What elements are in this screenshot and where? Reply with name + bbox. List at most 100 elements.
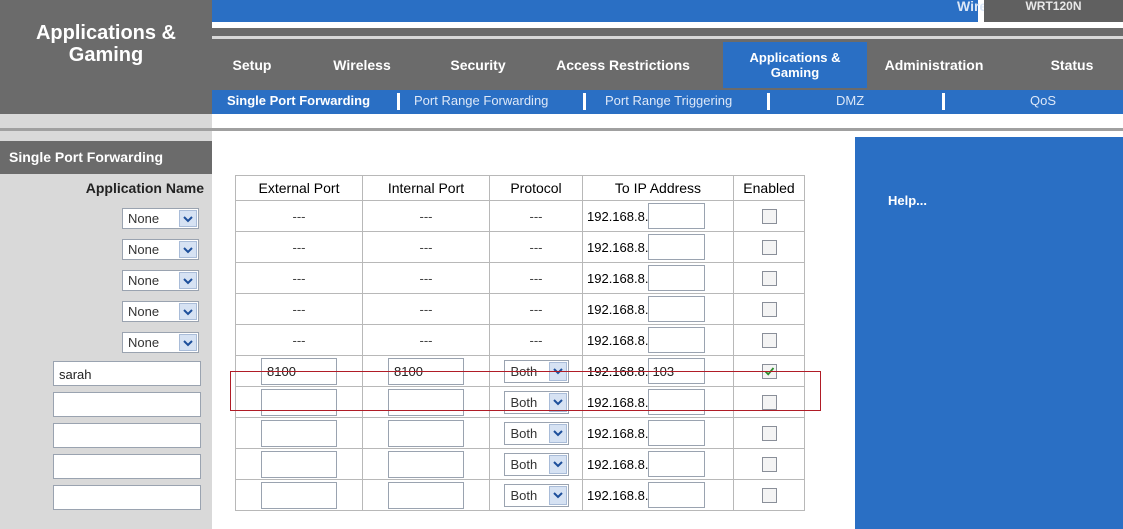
ip-prefix: 192.168.8. [587, 208, 649, 224]
tab-security[interactable]: Security [438, 50, 518, 80]
subtab-separator [942, 93, 945, 110]
table-row: --- --- --- 192.168.8. [235, 293, 805, 325]
chevron-down-icon[interactable] [179, 241, 197, 258]
application-select[interactable]: None [122, 239, 199, 260]
protocol-cell: --- [489, 231, 583, 263]
enabled-cell [733, 293, 805, 325]
application-name-input[interactable]: sarah [53, 361, 201, 386]
chevron-down-icon[interactable] [179, 303, 197, 320]
protocol-selected-value: Both [510, 456, 538, 472]
protocol-selected-value: Both [510, 487, 538, 503]
enabled-checkbox[interactable] [761, 271, 777, 287]
enabled-checkbox[interactable] [761, 457, 777, 473]
ip-last-octet-input[interactable] [648, 482, 706, 508]
table-row: --- --- --- 192.168.8. [235, 200, 805, 232]
ip-last-octet-input[interactable] [648, 296, 706, 322]
protocol-select[interactable]: Both [503, 421, 569, 445]
tab-access-restrictions[interactable]: Access Restrictions [542, 50, 704, 80]
enabled-checkbox[interactable] [761, 426, 777, 442]
enabled-checkbox[interactable] [761, 209, 777, 225]
model-name: WRT120N [1025, 0, 1082, 13]
help-link[interactable]: Help... [888, 193, 927, 208]
table-row: Both 192.168.8. [235, 417, 805, 449]
protocol-cell: --- [489, 293, 583, 325]
section-title: Applications & Gaming [35, 22, 176, 66]
enabled-checkbox[interactable] [761, 488, 777, 504]
tab-status[interactable]: Status [1040, 50, 1104, 80]
table-row: --- --- --- 192.168.8. [235, 262, 805, 294]
enabled-cell [733, 448, 805, 480]
protocol-cell: --- [489, 262, 583, 294]
external-port-value: --- [292, 301, 306, 317]
chevron-down-icon[interactable] [179, 334, 197, 351]
table-row: --- --- --- 192.168.8. [235, 231, 805, 263]
enabled-cell [733, 262, 805, 294]
internal-port-input[interactable] [388, 450, 464, 478]
table-row: --- --- --- 192.168.8. [235, 324, 805, 356]
enabled-checkbox[interactable] [761, 302, 777, 318]
chevron-down-icon[interactable] [548, 485, 567, 505]
highlighted-rule-row [230, 371, 821, 411]
subtab-port-range-forwarding[interactable]: Port Range Forwarding [414, 93, 548, 108]
ip-prefix: 192.168.8. [587, 239, 649, 255]
external-port-input[interactable] [261, 419, 337, 447]
internal-port-cell: --- [362, 324, 490, 356]
ip-last-octet-input[interactable] [648, 265, 706, 291]
internal-port-cell: --- [362, 200, 490, 232]
ip-last-octet-input[interactable] [648, 234, 706, 260]
tab-wireless[interactable]: Wireless [322, 50, 402, 80]
application-name-input[interactable] [53, 485, 201, 510]
protocol-cell: --- [489, 200, 583, 232]
content-divider [212, 128, 852, 131]
application-name-input[interactable] [53, 454, 201, 479]
internal-port-input[interactable] [388, 481, 464, 509]
subtab-single-port-forwarding[interactable]: Single Port Forwarding [227, 93, 370, 108]
subtab-port-range-triggering[interactable]: Port Range Triggering [605, 93, 732, 108]
external-port-value: --- [292, 208, 306, 224]
application-select[interactable]: None [122, 301, 199, 322]
external-port-cell: --- [235, 200, 363, 232]
section-header: Applications & Gaming [0, 0, 212, 114]
tab-administration[interactable]: Administration [874, 50, 994, 80]
subtab-dmz[interactable]: DMZ [836, 93, 864, 108]
application-name-input[interactable] [53, 423, 201, 448]
application-select[interactable]: None [122, 270, 199, 291]
enabled-checkbox[interactable] [761, 333, 777, 349]
internal-port-value: --- [419, 239, 433, 255]
ip-address-group: 192.168.8. [583, 326, 733, 354]
chevron-down-icon[interactable] [179, 210, 197, 227]
external-port-value: --- [292, 270, 306, 286]
application-name-header: Application Name [85, 180, 204, 196]
tab-setup[interactable]: Setup [212, 50, 292, 80]
application-select[interactable]: None [122, 208, 199, 229]
external-port-input[interactable] [261, 481, 337, 509]
ip-address-group: 192.168.8. [583, 450, 733, 478]
protocol-select[interactable]: Both [503, 483, 569, 507]
table-row: Both 192.168.8. [235, 479, 805, 511]
chevron-down-icon[interactable] [179, 272, 197, 289]
application-name-input[interactable] [53, 392, 201, 417]
internal-port-input[interactable] [388, 419, 464, 447]
enabled-cell [733, 231, 805, 263]
ip-last-octet-input[interactable] [648, 203, 706, 229]
column-header-external-port: External Port [235, 175, 363, 201]
subtab-separator [767, 93, 770, 110]
tab-applications-gaming[interactable]: Applications & Gaming [723, 42, 867, 88]
ip-address-cell: 192.168.8. [582, 324, 734, 356]
protocol-value: --- [529, 239, 543, 255]
model-badge: WRT120N [984, 0, 1123, 22]
ip-last-octet-input[interactable] [648, 420, 706, 446]
ip-last-octet-input[interactable] [648, 327, 706, 353]
subtab-qos[interactable]: QoS [1030, 93, 1056, 108]
external-port-input[interactable] [261, 450, 337, 478]
ip-last-octet-input[interactable] [648, 451, 706, 477]
brand-bar: Wireless-N Home Router [212, 0, 1121, 22]
protocol-select[interactable]: Both [503, 452, 569, 476]
chevron-down-icon[interactable] [548, 454, 567, 474]
chevron-down-icon[interactable] [548, 423, 567, 443]
external-port-value: --- [292, 332, 306, 348]
application-select[interactable]: None [122, 332, 199, 353]
ip-address-cell: 192.168.8. [582, 231, 734, 263]
enabled-checkbox[interactable] [761, 240, 777, 256]
protocol-value: --- [529, 270, 543, 286]
